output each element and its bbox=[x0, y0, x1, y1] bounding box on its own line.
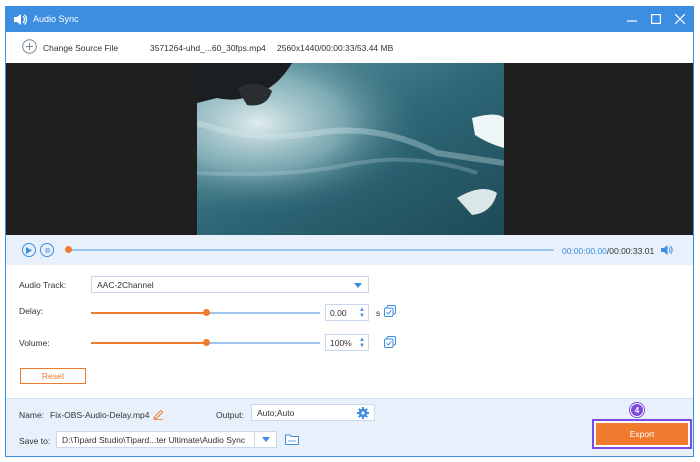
stepper-arrows-icon[interactable]: ▲ ▼ bbox=[359, 307, 365, 319]
window-title: Audio Sync bbox=[33, 14, 79, 24]
change-source-button[interactable]: Change Source File bbox=[43, 43, 118, 53]
playback-progress-track[interactable] bbox=[68, 249, 554, 251]
volume-value: 100% bbox=[330, 338, 352, 348]
audio-settings-panel: Audio Track: AAC-2Channel Delay: 0.00 ▲ ▼… bbox=[6, 265, 693, 398]
stop-icon bbox=[44, 247, 50, 253]
save-path-value: D:\Tipard Studio\Tipard...ter Ultimate\A… bbox=[62, 435, 246, 445]
close-button[interactable] bbox=[671, 11, 689, 27]
delay-label: Delay: bbox=[19, 306, 44, 316]
volume-input[interactable]: 100% ▲ ▼ bbox=[325, 334, 369, 351]
apply-volume-icon[interactable] bbox=[384, 336, 396, 348]
volume-label: Volume: bbox=[19, 338, 50, 348]
delay-value: 0.00 bbox=[330, 308, 347, 318]
audio-sync-app-icon bbox=[14, 14, 28, 25]
volume-slider-fill bbox=[91, 342, 206, 344]
video-frame bbox=[197, 63, 504, 235]
audio-track-label: Audio Track: bbox=[19, 280, 67, 290]
audio-track-select[interactable]: AAC-2Channel bbox=[91, 276, 369, 293]
close-icon bbox=[675, 14, 685, 24]
save-to-label: Save to: bbox=[19, 436, 51, 446]
playback-bar: 00:00:00.00/00:00:33.01 bbox=[6, 235, 693, 265]
output-file-name: Fix-OBS-Audio-Delay.mp4 bbox=[50, 410, 150, 420]
current-time: 00:00:00.00 bbox=[562, 246, 607, 256]
source-file-meta: 2560x1440/00:00:33/53.44 MB bbox=[277, 43, 394, 53]
audio-sync-window: Audio Sync Change Source File 3571264-uh… bbox=[5, 6, 694, 457]
chevron-down-icon[interactable] bbox=[254, 432, 276, 447]
playback-time: 00:00:00.00/00:00:33.01 bbox=[562, 246, 654, 256]
minimize-icon bbox=[627, 20, 637, 22]
play-button[interactable] bbox=[22, 243, 36, 257]
minimize-button[interactable] bbox=[623, 11, 641, 27]
play-icon bbox=[26, 246, 32, 254]
name-label: Name: bbox=[19, 410, 45, 420]
maximize-button[interactable] bbox=[647, 11, 665, 27]
stop-button[interactable] bbox=[40, 243, 54, 257]
delay-input[interactable]: 0.00 ▲ ▼ bbox=[325, 304, 369, 321]
volume-slider-thumb[interactable] bbox=[202, 339, 210, 346]
folder-icon[interactable] bbox=[285, 434, 299, 445]
volume-icon[interactable] bbox=[661, 244, 674, 256]
delay-slider-thumb[interactable] bbox=[202, 309, 210, 316]
add-file-icon[interactable] bbox=[22, 39, 37, 54]
audio-track-value: AAC-2Channel bbox=[97, 280, 154, 290]
chevron-down-icon bbox=[354, 283, 362, 288]
playback-progress-thumb[interactable] bbox=[65, 246, 72, 253]
output-format-field[interactable]: Auto;Auto bbox=[251, 404, 375, 421]
delay-slider[interactable] bbox=[91, 309, 320, 316]
stepper-arrows-icon[interactable]: ▲ ▼ bbox=[359, 337, 365, 349]
video-preview-area bbox=[6, 63, 693, 235]
maximize-icon bbox=[651, 14, 661, 24]
total-time: /00:00:33.01 bbox=[606, 246, 655, 256]
output-format-value: Auto;Auto bbox=[257, 408, 295, 418]
apply-delay-icon[interactable] bbox=[384, 305, 396, 317]
output-bar: Name: Fix-OBS-Audio-Delay.mp4 Output: Au… bbox=[6, 398, 693, 456]
reset-button[interactable]: Reset bbox=[20, 368, 86, 384]
source-file-name: 3571264-uhd_...60_30fps.mp4 bbox=[150, 43, 266, 53]
pencil-icon[interactable] bbox=[153, 409, 164, 420]
delay-unit: s bbox=[376, 308, 381, 318]
delay-slider-fill bbox=[91, 312, 206, 314]
step-badge: 4 bbox=[630, 403, 644, 417]
save-path-select[interactable]: D:\Tipard Studio\Tipard...ter Ultimate\A… bbox=[56, 431, 277, 448]
output-label: Output: bbox=[216, 410, 244, 420]
source-info-bar: Change Source File 3571264-uhd_...60_30f… bbox=[6, 32, 693, 63]
volume-slider[interactable] bbox=[91, 339, 320, 346]
gear-icon[interactable] bbox=[357, 407, 369, 419]
export-button[interactable]: Export bbox=[596, 423, 688, 445]
title-bar: Audio Sync bbox=[6, 7, 693, 32]
